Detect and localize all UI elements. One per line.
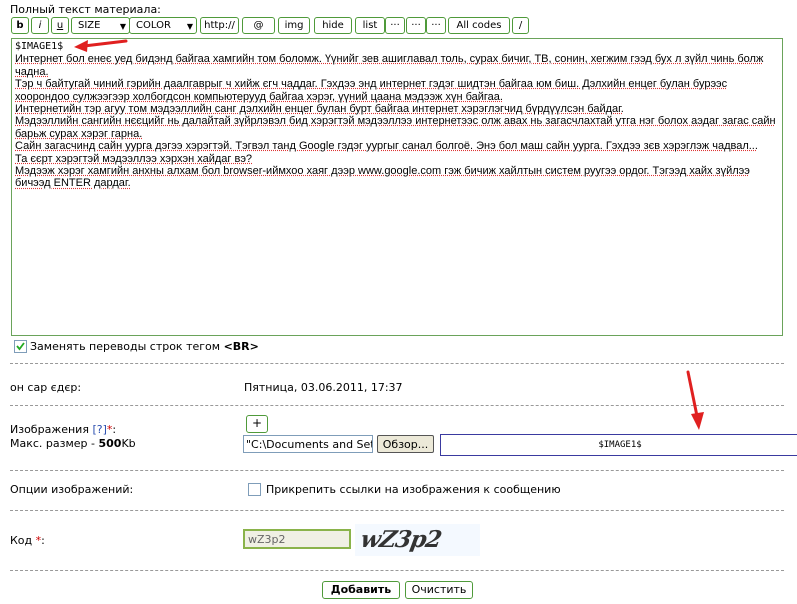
captcha-input[interactable]: wZ3p2 (243, 529, 351, 549)
editor-line: Интернетийн тэр агуу том мэдээллийн санг… (15, 103, 624, 116)
br-tag: <BR> (223, 340, 259, 353)
email-button[interactable]: @ (242, 17, 275, 34)
color-select[interactable]: COLOR ▼ (129, 17, 197, 34)
replace-br-text: Заменять переводы строк тегом (30, 340, 224, 353)
submit-button[interactable]: Добавить (322, 581, 400, 599)
image-options-label: Опции изображений: (10, 483, 134, 496)
red-arrow-icon (74, 39, 128, 52)
file-path-input[interactable]: "C:\Documents and Settin (243, 435, 373, 453)
captcha-image-text: wZ3p2 (358, 526, 444, 553)
colon: : (112, 423, 117, 436)
message-textarea[interactable]: $IMAGE1$ Интернет бол енеє уед бидэнд ба… (11, 38, 783, 336)
all-codes-button[interactable]: All codes (448, 17, 510, 34)
bold-button[interactable]: b (11, 17, 29, 34)
divider (10, 510, 784, 511)
img-button[interactable]: img (278, 17, 310, 34)
editor-line: Та єєрт хэрэгтэй мэдээллээ хэрхэн хайдаг… (15, 152, 253, 165)
captcha-label: Код *: (10, 534, 45, 547)
replace-br-checkbox[interactable] (14, 340, 27, 353)
replace-br-label: Заменять переводы строк тегом <BR> (30, 340, 259, 353)
red-arrow-icon (686, 370, 704, 430)
size-select-label: SIZE (78, 20, 101, 31)
chevron-down-icon: ▼ (186, 22, 193, 31)
reset-button[interactable]: Очистить (405, 581, 473, 599)
max-size-label: Макс. размер - 500Kb (10, 437, 136, 450)
divider (10, 405, 784, 406)
add-image-button[interactable]: + (246, 415, 268, 433)
max-size-text: Макс. размер - (10, 437, 99, 450)
image-tag-field[interactable]: $IMAGE1$ (440, 434, 797, 456)
extra-button-1[interactable]: ··· (385, 17, 405, 34)
extra-button-2[interactable]: ··· (406, 17, 426, 34)
max-size-unit: Kb (121, 437, 136, 450)
colon: : (41, 534, 45, 547)
close-tag-button[interactable]: / (512, 17, 529, 34)
max-size-value: 500 (98, 437, 122, 450)
editor-line: чадна. (15, 65, 49, 78)
divider (10, 470, 784, 471)
color-select-label: COLOR (136, 20, 171, 31)
attach-links-checkbox[interactable] (248, 483, 261, 496)
http-button[interactable]: http:// (200, 17, 239, 34)
captcha-image: wZ3p2 (355, 524, 480, 556)
underline-button[interactable]: u (51, 17, 69, 34)
editor-line: Мэдээллийн сангийн нєєцийг нь далайтай з… (15, 115, 776, 128)
editor-line: Сайн загасчинд сайн уурга дэгээ хэрэгтэй… (15, 140, 758, 153)
attach-links-label: Прикрепить ссылки на изображения к сообщ… (266, 483, 561, 496)
date-value: Пятница, 03.06.2011, 17:37 (244, 381, 403, 394)
extra-button-3[interactable]: ··· (426, 17, 446, 34)
editor-line: Мэдээж хэрэг хамгийн анхны алхам бол bro… (15, 165, 750, 178)
editor-line: хоорондоо сулжээгээр холбогдсон компьюте… (15, 90, 503, 103)
help-link[interactable]: [?] (92, 423, 106, 436)
editor-line: Тэр ч байтугай чиний гэрийн даалгаврыг ч… (15, 78, 728, 91)
divider (10, 570, 784, 571)
list-button[interactable]: list (355, 17, 385, 34)
editor-line: Интернет бол енеє уед бидэнд байгаа хамг… (15, 53, 764, 66)
captcha-label-text: Код (10, 534, 33, 547)
hide-button[interactable]: hide (314, 17, 352, 34)
editor-line: барьж сурах хэрэг гарна. (15, 127, 143, 140)
checkmark-icon (16, 342, 25, 351)
images-label: Изображения [?]*: (10, 423, 116, 436)
images-label-text: Изображения (10, 423, 89, 436)
italic-button[interactable]: i (31, 17, 49, 34)
page-title: Полный текст материала: (10, 3, 161, 16)
date-label: он сар єдєр: (10, 381, 82, 394)
editor-line: бичээд ENTER дардаг. (15, 177, 131, 190)
browse-button[interactable]: Обзор... (377, 435, 434, 453)
divider (10, 363, 784, 364)
